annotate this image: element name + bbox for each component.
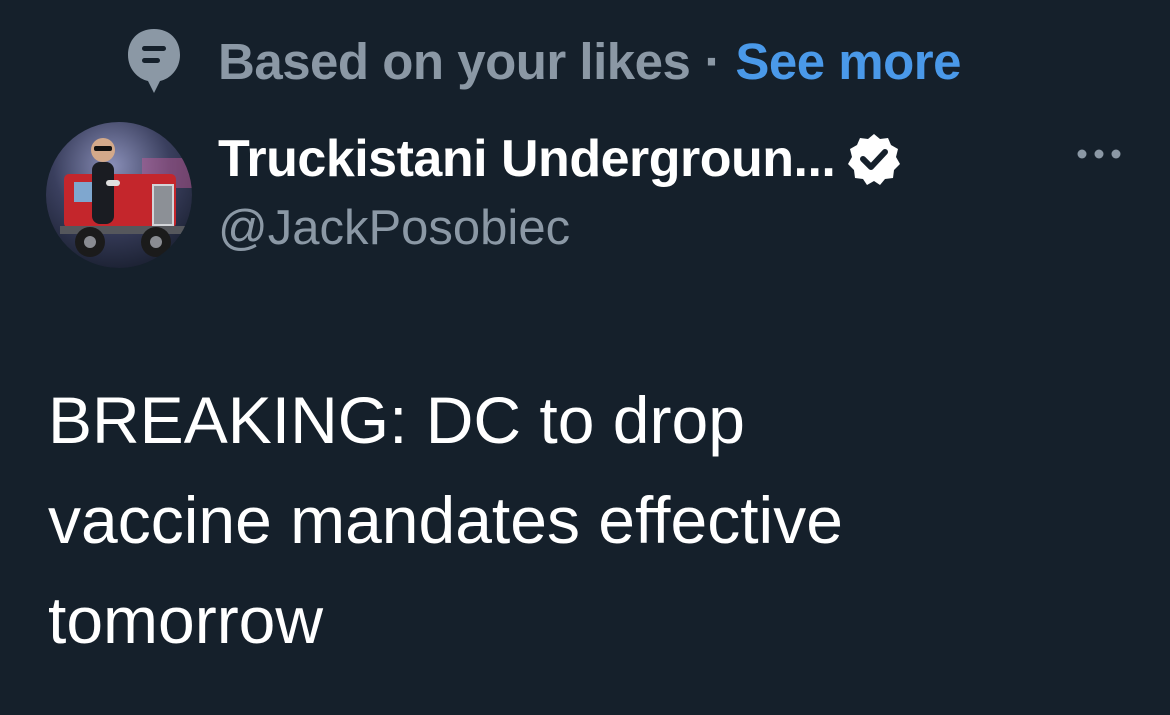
avatar[interactable] <box>46 122 192 268</box>
social-context-label: Based on your likes <box>218 32 691 90</box>
author-display-name[interactable]: Truckistani Undergroun... <box>218 129 836 189</box>
verified-badge-icon <box>847 132 901 186</box>
social-context: Based on your likes · See more <box>126 26 961 96</box>
see-more-link[interactable]: See more <box>735 32 961 91</box>
author-handle[interactable]: @JackPosobiec <box>218 200 570 256</box>
context-separator: · <box>704 32 722 90</box>
tweet-text-line: vaccine mandates effective <box>48 483 843 557</box>
more-dots-icon <box>1074 147 1124 165</box>
tweet-text-line: tomorrow <box>48 583 324 657</box>
tweet-text-line: BREAKING: DC to drop <box>48 383 745 457</box>
more-options-button[interactable] <box>1066 136 1132 176</box>
tweet-text: BREAKING: DC to drop vaccine mandates ef… <box>48 370 1138 670</box>
author-name-row: Truckistani Undergroun... <box>218 126 901 192</box>
message-heart-icon <box>126 27 182 95</box>
